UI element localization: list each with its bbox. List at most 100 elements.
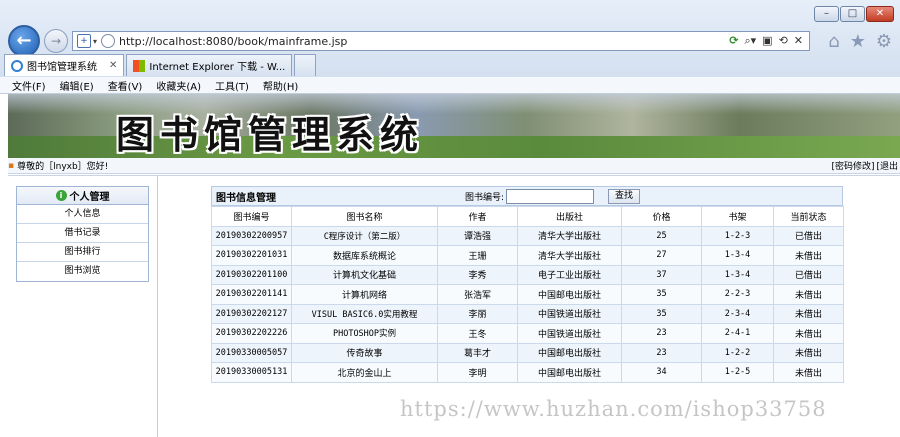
sidebar-item-browse-books[interactable]: 图书浏览: [17, 262, 148, 281]
side-menu-heading: i 个人管理: [17, 187, 148, 205]
table-cell: 25: [621, 225, 702, 246]
close-window-button[interactable]: ✕: [866, 6, 894, 22]
table-cell: 已借出: [773, 225, 844, 246]
new-tab-button[interactable]: [294, 54, 317, 76]
web-page: 图书馆管理系统 ▪ 尊敬的［lnyxb］您好! [密码修改] [退出 i 个人管…: [0, 94, 900, 437]
table-cell: 电子工业出版社: [517, 264, 622, 285]
table-row: 20190302201031 数据库系统概论 王珊 清华大学出版社 27 1-3-4 未借出: [211, 245, 844, 266]
home-icon[interactable]: ⌂: [828, 31, 839, 52]
banner-title: 图书馆管理系统: [116, 112, 425, 157]
favorites-star-icon[interactable]: ★: [850, 31, 866, 52]
table-cell: 1-2-3: [701, 225, 774, 246]
minimize-button[interactable]: –: [814, 6, 839, 22]
table-cell: 37: [621, 264, 702, 285]
table-row: 20190330005131 北京的金山上 李明 中国邮电出版社 34 1-2-5 未借出: [211, 362, 844, 383]
book-id-search-input[interactable]: [506, 188, 595, 204]
table-cell: 葛丰才: [437, 342, 518, 363]
table-cell: 数据库系统概论: [291, 245, 438, 266]
table-cell: 27: [621, 245, 702, 266]
table-cell: 张浩军: [437, 284, 518, 305]
table-cell: 20190302201100: [211, 264, 292, 285]
gear-icon[interactable]: ⚙: [876, 31, 892, 52]
search-label: 图书编号:: [465, 192, 505, 203]
table-cell: 20190302200957: [211, 225, 292, 246]
table-cell: 未借出: [773, 342, 844, 363]
tab-library-system[interactable]: 图书馆管理系统 ✕: [4, 54, 125, 76]
table-cell: C程序设计（第二版）: [291, 225, 438, 246]
table-cell: 34: [621, 362, 702, 383]
welcome-bar: ▪ 尊敬的［lnyxb］您好! [密码修改] [退出: [8, 158, 900, 174]
table-cell: 李明: [437, 362, 518, 383]
back-button[interactable]: ←: [8, 25, 40, 57]
forward-button[interactable]: →: [44, 29, 68, 53]
table-row: 20190302202226 PHOTOSHOP实例 王冬 中国铁道出版社 23 2-4-…: [211, 323, 844, 344]
logout-link[interactable]: [退出: [876, 159, 898, 172]
search-icon[interactable]: ⌕▾: [744, 34, 756, 48]
table-cell: 35: [621, 303, 702, 324]
table-cell: 2-4-1: [701, 323, 774, 344]
books-table: 图书编号 图书名称 作者 出版社 价格 书架 当前状态 20190302200957 C程序设…: [211, 206, 844, 383]
address-tools: ⟳ ⌕▾ ▣ ⟲ ✕: [729, 34, 809, 48]
tab-ie-download[interactable]: Internet Explorer 下载 - W...: [126, 54, 293, 76]
column-header: 作者: [437, 206, 518, 227]
table-cell: 未借出: [773, 245, 844, 266]
table-cell: 20190302201031: [211, 245, 292, 266]
column-header: 书架: [701, 206, 774, 227]
book-panel-header: 图书信息管理 图书编号: 查找: [211, 186, 843, 206]
windows-favicon-icon: [133, 59, 146, 72]
table-cell: 已借出: [773, 264, 844, 285]
menu-favorites[interactable]: 收藏夹(A): [156, 78, 201, 93]
table-cell: 未借出: [773, 323, 844, 344]
menu-view[interactable]: 查看(V): [108, 78, 143, 93]
toolbar-icons: ⌂ ★ ⚙: [828, 31, 892, 52]
table-cell: 未借出: [773, 362, 844, 383]
address-bar[interactable]: + ▾ ⟳ ⌕▾ ▣ ⟲ ✕: [72, 31, 810, 51]
menu-tools[interactable]: 工具(T): [215, 78, 249, 93]
watermark: https://www.huzhan.com/ishop33758: [400, 397, 827, 421]
tab-label: Internet Explorer 下载 - W...: [149, 62, 286, 73]
chevron-down-icon[interactable]: ▾: [93, 37, 97, 46]
url-input[interactable]: [119, 34, 720, 48]
side-menu: i 个人管理 个人信息 借书记录 图书排行 图书浏览: [16, 186, 149, 282]
column-header: 图书名称: [291, 206, 438, 227]
table-cell: 未借出: [773, 303, 844, 324]
table-cell: 王冬: [437, 323, 518, 344]
table-cell: 35: [621, 284, 702, 305]
menu-file[interactable]: 文件(F): [12, 78, 46, 93]
sidebar-item-personal-info[interactable]: 个人信息: [17, 205, 148, 224]
stop-icon[interactable]: ✕: [794, 34, 803, 48]
table-cell: 未借出: [773, 284, 844, 305]
table-header-row: 图书编号 图书名称 作者 出版社 价格 书架 当前状态: [211, 206, 844, 227]
sidebar-item-book-ranking[interactable]: 图书排行: [17, 243, 148, 262]
table-cell: 20190330005057: [211, 342, 292, 363]
menu-bar: 文件(F) 编辑(E) 查看(V) 收藏夹(A) 工具(T) 帮助(H): [0, 77, 900, 94]
new-tab-plus-icon[interactable]: +: [77, 34, 91, 48]
page-thumb-icon[interactable]: ▣: [762, 34, 772, 48]
menu-help[interactable]: 帮助(H): [263, 78, 298, 93]
table-cell: 23: [621, 323, 702, 344]
maximize-button[interactable]: □: [840, 6, 865, 22]
table-row: 20190302201100 计算机文化基础 李秀 电子工业出版社 37 1-3-4 已借出: [211, 264, 844, 285]
table-cell: 王珊: [437, 245, 518, 266]
menu-edit[interactable]: 编辑(E): [60, 78, 94, 93]
table-cell: 1-2-2: [701, 342, 774, 363]
compatibility-icon[interactable]: ⟳: [729, 34, 738, 48]
tab-close-icon[interactable]: ✕: [109, 60, 117, 71]
table-row: 20190302201141 计算机网络 张浩军 中国邮电出版社 35 2-2-3 未借出: [211, 284, 844, 305]
table-cell: 20190330005131: [211, 362, 292, 383]
refresh-icon[interactable]: ⟲: [779, 34, 788, 48]
bullet-icon: ▪: [8, 160, 15, 171]
table-cell: 中国铁道出版社: [517, 303, 622, 324]
table-cell: 清华大学出版社: [517, 245, 622, 266]
sidebar-item-borrow-records[interactable]: 借书记录: [17, 224, 148, 243]
ie-favicon-icon: [11, 59, 23, 72]
change-password-link[interactable]: [密码修改]: [831, 159, 874, 172]
info-icon: i: [55, 190, 67, 201]
table-cell: 2-3-4: [701, 303, 774, 324]
table-cell: 1-3-4: [701, 245, 774, 266]
tab-strip: 图书馆管理系统 ✕ Internet Explorer 下载 - W...: [4, 54, 318, 76]
column-header: 价格: [621, 206, 702, 227]
table-cell: 清华大学出版社: [517, 225, 622, 246]
book-panel: 图书信息管理 图书编号: 查找 图书编号 图书名称 作者 出版社 价格 书架 当前状态 20…: [211, 186, 844, 383]
search-button[interactable]: 查找: [608, 188, 641, 204]
